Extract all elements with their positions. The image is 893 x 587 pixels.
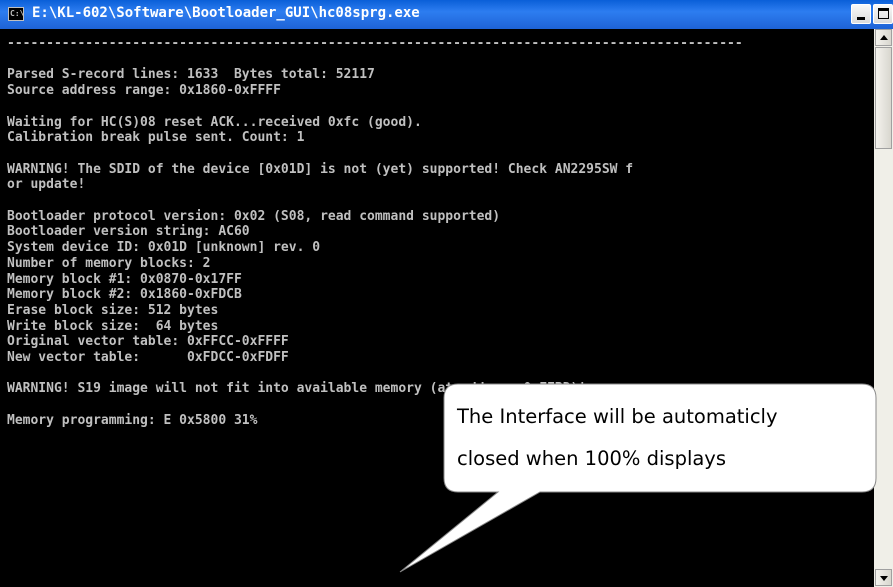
console-line: New vector table: 0xFDCC-0xFDFF <box>7 350 289 366</box>
console-line: Original vector table: 0xFFCC-0xFFFF <box>7 334 289 350</box>
title-bar[interactable]: C:\ E:\KL-602\Software\Bootloader_GUI\hc… <box>0 0 893 29</box>
vertical-scrollbar[interactable] <box>874 29 893 587</box>
scroll-thumb[interactable] <box>875 47 892 149</box>
console-line: or update! <box>7 177 86 193</box>
console-line: Memory block #2: 0x1860-0xFDCB <box>7 287 242 303</box>
console-line: ----------------------------------------… <box>7 36 743 51</box>
minimize-button[interactable] <box>851 4 871 24</box>
console-line: Bootloader version string: AC60 <box>7 224 250 240</box>
scroll-down-button[interactable] <box>875 569 892 586</box>
console-line: System device ID: 0x01D [unknown] rev. 0 <box>7 240 321 256</box>
maximize-button[interactable] <box>873 4 893 24</box>
arrow-down-icon <box>880 576 888 581</box>
maximize-icon <box>878 8 889 19</box>
console-line: Memory block #1: 0x0870-0x17FF <box>7 271 242 287</box>
console-line: Calibration break pulse sent. Count: 1 <box>7 130 305 146</box>
console-output[interactable]: ----------------------------------------… <box>0 29 874 587</box>
minimize-icon <box>857 17 865 20</box>
cmd-icon[interactable]: C:\ <box>8 7 24 21</box>
console-line: Write block size: 64 bytes <box>7 318 219 334</box>
console-line: Source address range: 0x1860-0xFFFF <box>7 83 281 99</box>
console-window: C:\ E:\KL-602\Software\Bootloader_GUI\hc… <box>0 0 893 587</box>
console-line: WARNING! The SDID of the device [0x01D] … <box>7 161 634 177</box>
console-text: ----------------------------------------… <box>7 36 743 429</box>
console-line: Erase block size: 512 bytes <box>7 302 219 318</box>
callout-line: closed when 100% displays <box>457 447 727 470</box>
console-line: Parsed S-record lines: 1633 Bytes total:… <box>7 67 375 83</box>
arrow-up-icon <box>880 35 888 40</box>
console-line: Memory programming: E 0x5800 31% <box>7 412 258 428</box>
console-line: Bootloader protocol version: 0x02 (S08, … <box>7 208 501 224</box>
scroll-up-button[interactable] <box>875 29 892 46</box>
console-line: Number of memory blocks: 2 <box>7 255 211 271</box>
callout-text: The Interface will be automaticly closed… <box>457 396 857 480</box>
window-title: E:\KL-602\Software\Bootloader_GUI\hc08sp… <box>32 5 420 21</box>
console-line: Waiting for HC(S)08 reset ACK...received… <box>7 114 422 130</box>
callout-line: The Interface will be automaticly <box>457 405 778 428</box>
console-line: WARNING! S19 image will not fit into ava… <box>7 381 587 397</box>
